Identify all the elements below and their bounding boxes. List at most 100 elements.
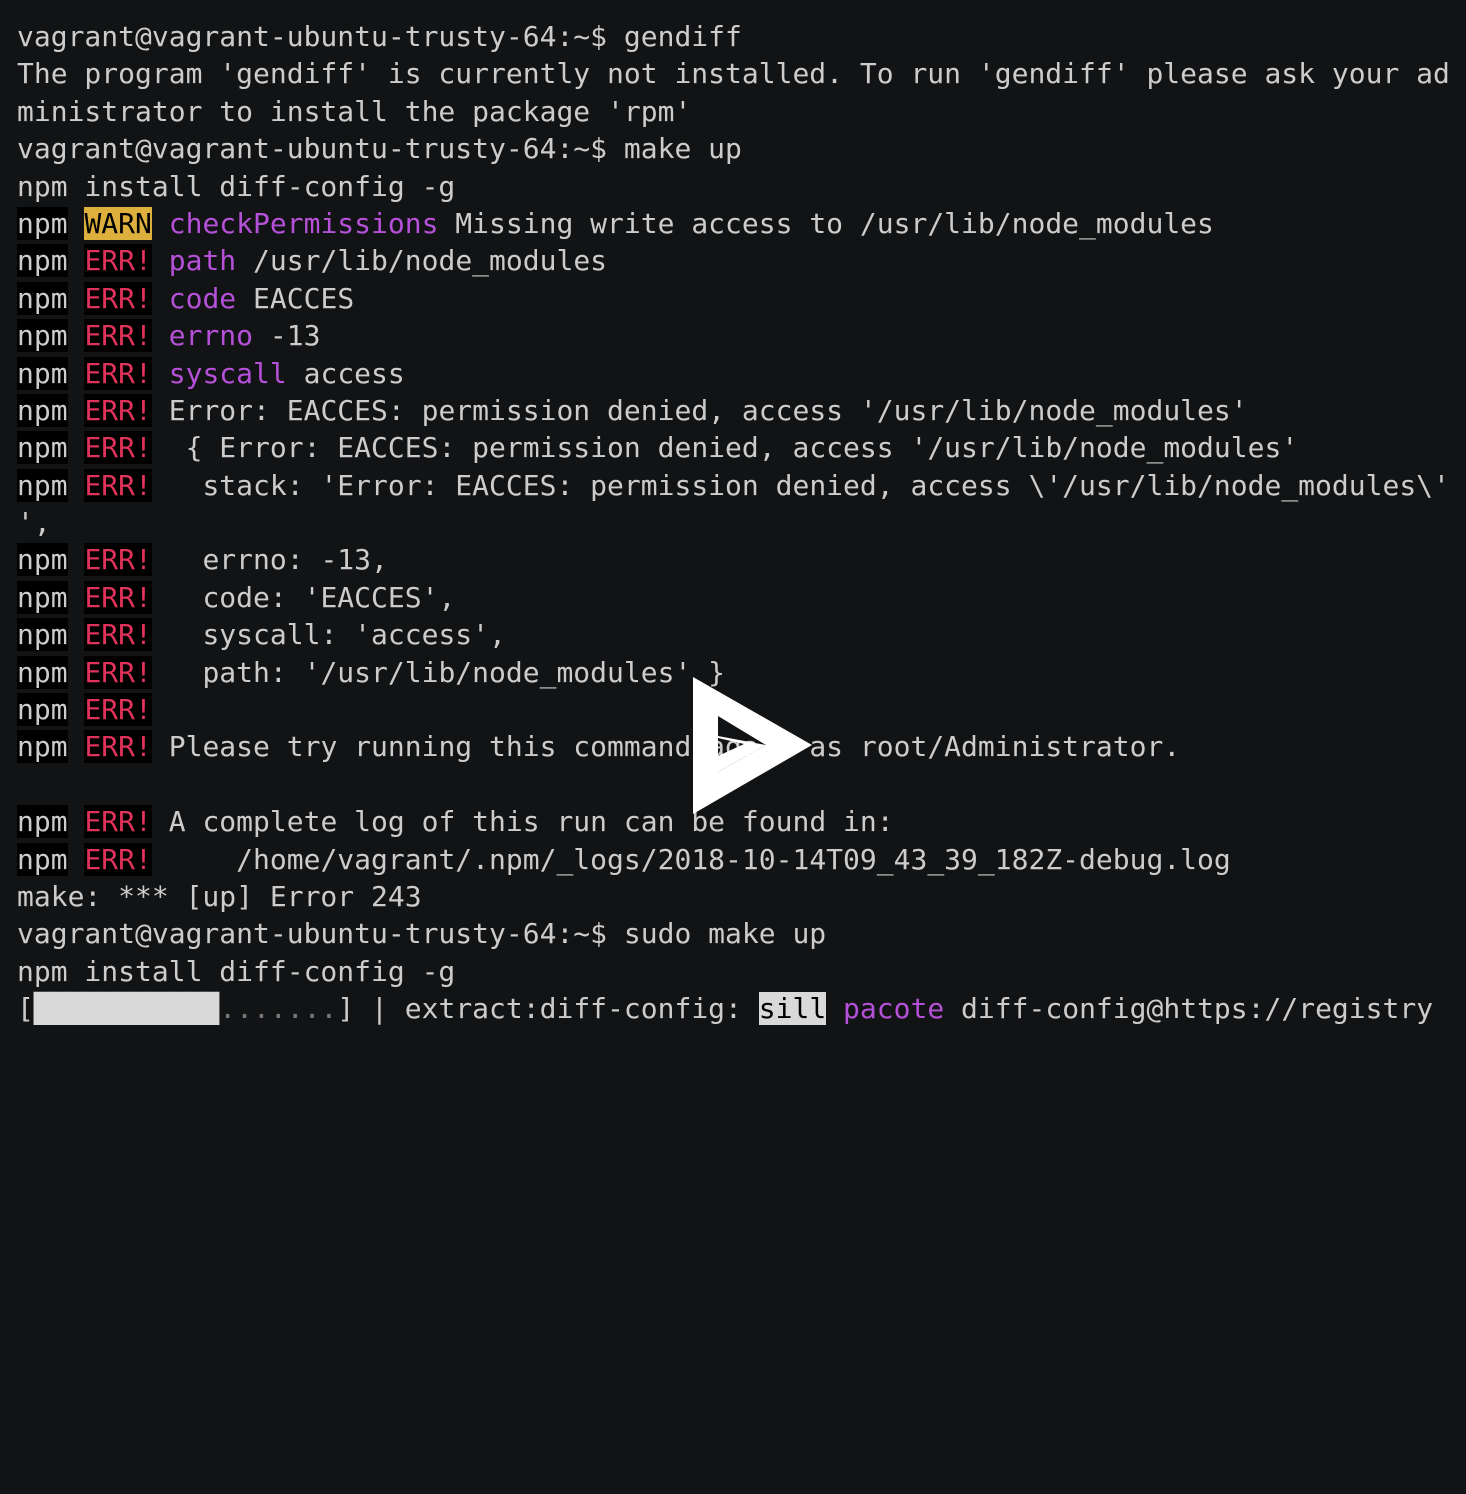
terminal-text: The program 'gendiff' is currently not i…	[17, 57, 1450, 91]
terminal-text: npm	[17, 468, 68, 502]
terminal-line: [███████████.......] | extract:diff-conf…	[17, 990, 1450, 1027]
error-badge: ERR!	[84, 319, 152, 353]
terminal-text: errno	[168, 319, 254, 353]
error-badge: ERR!	[84, 543, 152, 577]
terminal-text: npm	[17, 805, 68, 839]
terminal-text: syscall: 'access',	[151, 618, 506, 652]
terminal-text: make: *** [up] Error 243	[17, 879, 422, 913]
terminal-line: npm ERR! path /usr/lib/node_modules	[17, 242, 1450, 279]
terminal-text: Missing write access to /usr/lib/node_mo…	[438, 206, 1214, 240]
terminal-text: .......	[219, 992, 338, 1026]
terminal-line: ',	[17, 504, 1450, 541]
terminal-line: make: *** [up] Error 243	[17, 878, 1450, 915]
terminal-text: npm	[17, 693, 68, 727]
terminal-text: code	[168, 281, 237, 315]
terminal-line: npm ERR! errno: -13,	[17, 541, 1450, 578]
terminal-text: code: 'EACCES',	[151, 580, 456, 614]
error-badge: ERR!	[84, 580, 152, 614]
terminal-line: npm install diff-config -g	[17, 168, 1450, 205]
warn-badge: WARN	[84, 206, 152, 240]
terminal-text: -13	[253, 319, 321, 353]
error-badge: ERR!	[84, 393, 152, 427]
terminal-text: ] | extract:diff-config:	[337, 992, 759, 1026]
terminal-line: vagrant@vagrant-ubuntu-trusty-64:~$ sudo…	[17, 915, 1450, 952]
terminal-text: npm	[17, 393, 68, 427]
terminal-text: npm	[17, 356, 68, 390]
terminal-text: access	[286, 356, 405, 390]
terminal-text: ministrator to install the package 'rpm'	[17, 94, 692, 128]
error-badge: ERR!	[84, 356, 152, 390]
terminal-text: stack: 'Error: EACCES: permission denied…	[151, 468, 1450, 502]
error-badge: ERR!	[84, 655, 152, 689]
terminal-text: EACCES	[236, 281, 355, 315]
terminal-text: npm	[17, 730, 68, 764]
error-badge: ERR!	[84, 281, 152, 315]
terminal-text: npm	[17, 431, 68, 465]
terminal-text: checkPermissions	[168, 206, 439, 240]
terminal-text: /usr/lib/node_modules	[236, 244, 608, 278]
error-badge: ERR!	[84, 618, 152, 652]
terminal-text: errno: -13,	[151, 543, 388, 577]
terminal-text: /home/vagrant/.npm/_logs/2018-10-14T09_4…	[151, 842, 1231, 876]
asciinema-play-icon[interactable]	[692, 676, 814, 816]
terminal-line: npm ERR! syscall: 'access',	[17, 616, 1450, 653]
terminal-output: vagrant@vagrant-ubuntu-trusty-64:~$ gend…	[17, 18, 1450, 1028]
terminal-text: npm	[17, 655, 68, 689]
error-badge: ERR!	[84, 431, 152, 465]
terminal-text: vagrant@vagrant-ubuntu-trusty-64:~$ gend…	[17, 20, 742, 53]
terminal-line: vagrant@vagrant-ubuntu-trusty-64:~$ make…	[17, 130, 1450, 167]
terminal-text: npm	[17, 206, 68, 240]
terminal-line: npm ERR! errno -13	[17, 317, 1450, 354]
terminal-text: path	[168, 244, 237, 278]
terminal-text: syscall	[168, 356, 287, 390]
terminal-text: [	[17, 992, 34, 1026]
terminal-line: ministrator to install the package 'rpm'	[17, 93, 1450, 130]
terminal-text: pacote	[843, 992, 945, 1026]
terminal-line: npm ERR! /home/vagrant/.npm/_logs/2018-1…	[17, 841, 1450, 878]
error-badge: ERR!	[84, 468, 152, 502]
terminal-line: npm ERR! { Error: EACCES: permission den…	[17, 429, 1450, 466]
terminal-line: npm ERR! syscall access	[17, 355, 1450, 392]
terminal-text: npm	[17, 842, 68, 876]
terminal-line: npm install diff-config -g	[17, 953, 1450, 990]
terminal-text: sill	[758, 992, 827, 1026]
terminal-text: Error: EACCES: permission denied, access…	[151, 393, 1248, 427]
terminal-line: vagrant@vagrant-ubuntu-trusty-64:~$ gend…	[17, 18, 1450, 55]
terminal-line: The program 'gendiff' is currently not i…	[17, 55, 1450, 92]
error-badge: ERR!	[84, 842, 152, 876]
terminal-text: diff-config@https://registry	[944, 992, 1434, 1026]
terminal-text: vagrant@vagrant-ubuntu-trusty-64:~$ make…	[17, 132, 742, 166]
terminal-text: ',	[17, 506, 51, 540]
terminal-text: npm install diff-config -g	[17, 954, 456, 988]
terminal-line: npm WARN checkPermissions Missing write …	[17, 205, 1450, 242]
terminal-text: { Error: EACCES: permission denied, acce…	[151, 431, 1299, 465]
terminal-text: npm install diff-config -g	[17, 169, 456, 203]
terminal-text: path: '/usr/lib/node_modules' }	[151, 655, 726, 689]
terminal-text: npm	[17, 580, 68, 614]
terminal-text: npm	[17, 618, 68, 652]
error-badge: ERR!	[84, 244, 152, 278]
error-badge: ERR!	[84, 730, 152, 764]
terminal-line: npm ERR! code EACCES	[17, 280, 1450, 317]
error-badge: ERR!	[84, 693, 152, 727]
